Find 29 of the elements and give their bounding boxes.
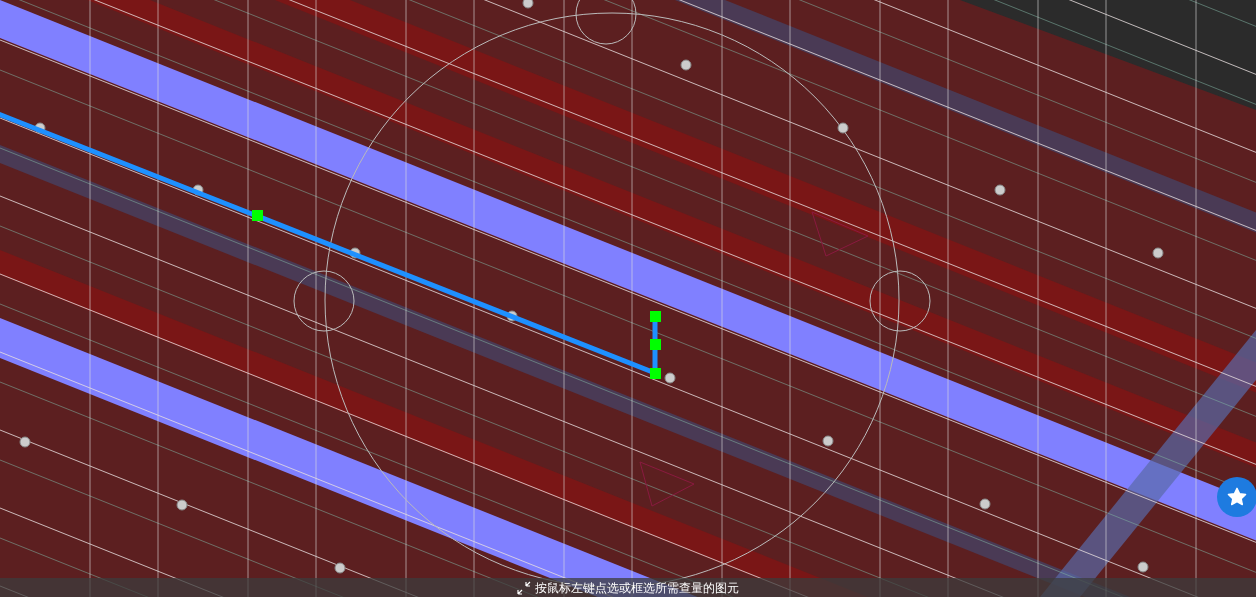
grip-handle[interactable] [650, 311, 661, 322]
circle-outline [293, 270, 355, 332]
circle-outline [869, 270, 931, 332]
fitting-marker [822, 435, 834, 447]
fitting-marker [19, 436, 31, 448]
grip-handle[interactable] [650, 368, 661, 379]
fitting-marker [34, 122, 46, 134]
fitting-marker [837, 122, 849, 134]
grip-handle[interactable] [650, 339, 661, 350]
fitting-marker [192, 184, 204, 196]
fitting-marker [1137, 561, 1149, 573]
fitting-marker [506, 310, 518, 322]
circle-outline [575, 0, 637, 45]
star-icon [1226, 486, 1248, 508]
triangle-marker [811, 211, 869, 257]
triangle-marker [639, 461, 695, 507]
fitting-marker [664, 372, 676, 384]
fitting-marker [176, 499, 188, 511]
fitting-marker [334, 562, 346, 574]
fitting-marker [680, 59, 692, 71]
selected-pipe[interactable] [0, 110, 658, 376]
fitting-marker [522, 0, 534, 9]
fitting-marker [979, 498, 991, 510]
fitting-marker [349, 247, 361, 259]
fitting-marker [994, 184, 1006, 196]
cursor-icon [517, 580, 531, 595]
grip-handle[interactable] [252, 210, 263, 221]
fitting-marker [1152, 247, 1164, 259]
hint-text: 按鼠标左键点选或框选所需查量的图元 [535, 580, 739, 595]
